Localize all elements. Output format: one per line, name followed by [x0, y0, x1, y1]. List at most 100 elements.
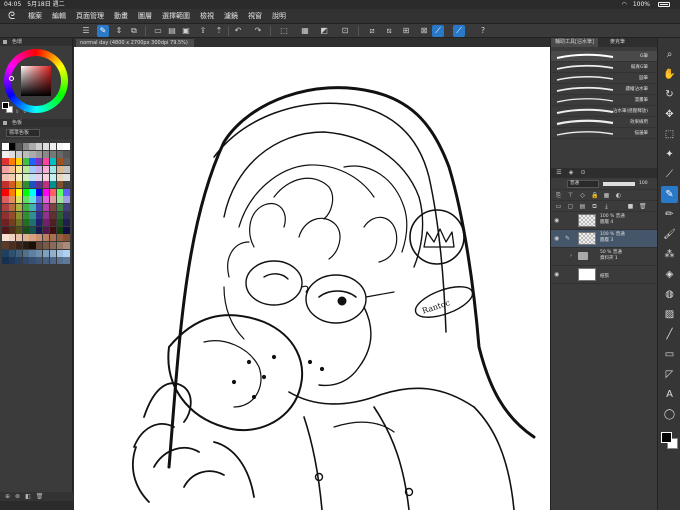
lock-alpha-icon[interactable]: ▦: [603, 192, 610, 199]
balloon-icon[interactable]: ◯: [661, 406, 678, 423]
selection-icon[interactable]: ⬚: [661, 126, 678, 143]
color-swatch[interactable]: [43, 158, 50, 166]
move-icon[interactable]: ✥: [661, 106, 678, 123]
color-swatch[interactable]: [36, 181, 43, 189]
color-swatch[interactable]: [43, 257, 50, 265]
color-swatch[interactable]: [29, 257, 36, 265]
layer-toggle-icon[interactable]: ⧉: [128, 25, 140, 37]
menu-filter[interactable]: 濾鏡: [224, 12, 238, 20]
color-swatch[interactable]: [2, 249, 9, 257]
saturation-value-square[interactable]: [21, 66, 51, 96]
color-swatch[interactable]: [36, 234, 43, 242]
color-swatch[interactable]: [63, 226, 70, 234]
color-swatch[interactable]: [15, 173, 23, 181]
color-swatch[interactable]: [9, 234, 16, 242]
color-swatch[interactable]: [36, 196, 43, 204]
color-swatch[interactable]: [36, 226, 43, 234]
color-swatch[interactable]: [9, 226, 16, 234]
color-swatch[interactable]: [29, 226, 36, 234]
gradient-icon[interactable]: ▨: [661, 306, 678, 323]
layer-row-paper[interactable]: ◉ 紙張: [551, 266, 657, 284]
redo-icon[interactable]: ↷: [252, 25, 264, 37]
menu-edit[interactable]: 編輯: [52, 12, 66, 20]
mask-icon[interactable]: ◐: [615, 192, 622, 199]
color-swatch[interactable]: [56, 226, 63, 234]
color-swatch[interactable]: [15, 143, 23, 151]
eye-icon[interactable]: ◉: [554, 217, 559, 224]
lock-icon[interactable]: 🔒: [591, 192, 598, 199]
color-swatch[interactable]: [9, 173, 16, 181]
airbrush-icon[interactable]: ⁂: [661, 246, 678, 263]
color-swatch[interactable]: [56, 242, 63, 250]
color-swatch[interactable]: [29, 242, 36, 250]
ruler-icon[interactable]: ⧄: [366, 25, 378, 37]
color-swatch[interactable]: [2, 257, 9, 265]
color-swatch[interactable]: [15, 158, 23, 166]
layer-property-tab-icon[interactable]: ◈: [567, 169, 575, 177]
new-file-icon[interactable]: ▭: [152, 25, 164, 37]
color-swatch[interactable]: [63, 150, 70, 158]
layer-row-selected[interactable]: ◉ ✎ 100 % 普通 圖層 3: [551, 230, 657, 248]
color-swatch[interactable]: [43, 150, 50, 158]
color-swatch[interactable]: [36, 219, 43, 227]
color-swatch[interactable]: [2, 158, 9, 166]
zoom-icon[interactable]: ⌕: [661, 46, 678, 63]
color-swatch[interactable]: [2, 196, 9, 204]
eraser-icon[interactable]: ◈: [661, 266, 678, 283]
color-swatch[interactable]: [43, 204, 50, 212]
add-swatch-icon[interactable]: ⊕: [5, 493, 10, 500]
canvas[interactable]: Rantoc: [74, 47, 550, 510]
vector-snap-icon[interactable]: ⟋: [432, 25, 444, 37]
color-swatch[interactable]: [43, 211, 50, 219]
undo-icon[interactable]: ↶: [232, 25, 244, 37]
frame-icon[interactable]: ▭: [661, 346, 678, 363]
brush-item[interactable]: 沾水筆(感壓釋放): [551, 106, 658, 117]
color-swatch[interactable]: [36, 173, 43, 181]
tab-pen-subtool[interactable]: 輔助工具[沾水筆]: [551, 38, 598, 47]
open-file-icon[interactable]: ▤: [166, 25, 178, 37]
color-swatch[interactable]: [43, 181, 50, 189]
new-vector-layer-icon[interactable]: ▢: [567, 203, 574, 210]
stroke-snap-icon[interactable]: ⟋: [453, 25, 465, 37]
color-swatch[interactable]: [63, 242, 70, 250]
color-swatch[interactable]: [2, 204, 9, 212]
color-swatch[interactable]: [2, 211, 9, 219]
color-swatch[interactable]: [49, 249, 57, 257]
color-swatch[interactable]: [15, 211, 23, 219]
brush-item[interactable]: 鏤繪沾水筆: [551, 84, 658, 95]
color-swatch[interactable]: [56, 158, 63, 166]
color-swatch[interactable]: [15, 257, 23, 265]
delete-swatch-icon[interactable]: 🗑: [36, 493, 44, 500]
pen-pressure-icon[interactable]: ✎: [97, 25, 109, 37]
new-raster-layer-icon[interactable]: ▭: [555, 203, 562, 210]
color-swatch[interactable]: [15, 150, 23, 158]
app-logo-icon[interactable]: ᘓ: [8, 11, 19, 22]
color-swatch[interactable]: [56, 181, 63, 189]
color-swatch[interactable]: [49, 196, 57, 204]
color-swatch[interactable]: [22, 211, 29, 219]
color-swatch[interactable]: [56, 234, 63, 242]
edit-swatch-icon[interactable]: ◧: [25, 493, 31, 500]
color-swatch[interactable]: [36, 150, 43, 158]
menu-animation[interactable]: 動畫: [114, 12, 128, 20]
color-wheel[interactable]: [4, 49, 68, 113]
color-swatch[interactable]: [49, 181, 57, 189]
color-swatch[interactable]: [49, 242, 57, 250]
color-swatch[interactable]: [15, 196, 23, 204]
help-icon[interactable]: ?: [477, 25, 489, 37]
color-swatch[interactable]: [22, 188, 29, 196]
color-swatch[interactable]: [29, 234, 36, 242]
color-swatch[interactable]: [56, 188, 63, 196]
color-swatch[interactable]: [29, 173, 36, 181]
brush-item[interactable]: G筆: [551, 51, 658, 62]
layer-mask-icon[interactable]: ■: [627, 203, 634, 210]
color-swatch[interactable]: [43, 234, 50, 242]
brush-icon[interactable]: 🖌: [661, 226, 678, 243]
color-swatch[interactable]: [29, 204, 36, 212]
color-swatch[interactable]: [22, 249, 29, 257]
color-swatch[interactable]: [2, 181, 9, 189]
document-tab[interactable]: normal day (4800 x 2700px 300dpi 79.5%): [76, 39, 194, 47]
color-swatch[interactable]: [9, 242, 16, 250]
menu-window[interactable]: 視窗: [248, 12, 262, 20]
color-swatch[interactable]: [2, 150, 9, 158]
